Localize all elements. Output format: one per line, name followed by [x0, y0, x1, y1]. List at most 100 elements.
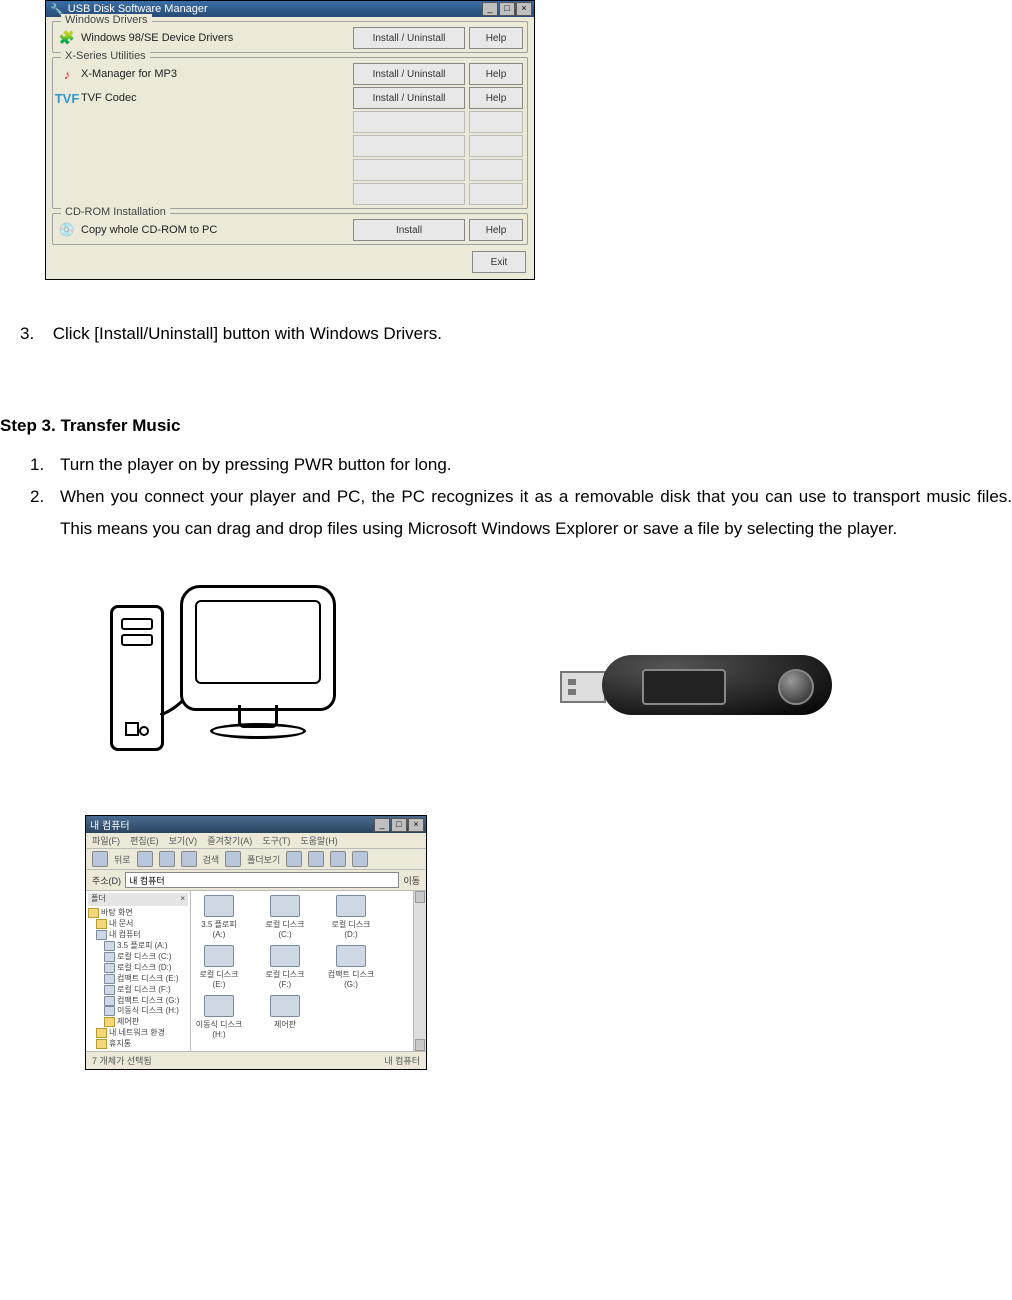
cdrom-label: Copy whole CD-ROM to PC — [81, 224, 349, 236]
maximize-button[interactable]: □ — [499, 2, 515, 16]
drive-item[interactable]: 제어판 — [261, 995, 309, 1039]
maximize-button[interactable]: □ — [391, 818, 407, 832]
help-button[interactable]: Help — [469, 63, 523, 85]
install-uninstall-button[interactable]: Install / Uninstall — [353, 27, 465, 49]
drive-icon — [104, 952, 115, 962]
list-number: 3. — [20, 318, 48, 350]
tree-item[interactable]: 3.5 플로피 (A:) — [104, 941, 188, 952]
explorer-window: 내 컴퓨터 _ □ × 파일(F) 편집(E) 보기(V) 즐겨찾기(A) 도구… — [85, 815, 427, 1070]
drive-icon — [104, 974, 115, 984]
menu-item[interactable]: 도구(T) — [262, 834, 290, 847]
toolbar-label[interactable]: 폴더보기 — [247, 853, 280, 866]
close-icon[interactable]: × — [180, 894, 185, 905]
minimize-button[interactable]: _ — [374, 818, 390, 832]
drive-icon — [204, 945, 234, 967]
install-uninstall-button[interactable]: Install / Uninstall — [353, 63, 465, 85]
step3-item-1: 1. Turn the player on by pressing PWR bu… — [30, 449, 1012, 481]
drive-label: 이동식 디스크 (H:) — [195, 1019, 243, 1039]
drive-label: 제어판 — [261, 1019, 309, 1030]
help-button[interactable]: Help — [469, 27, 523, 49]
figure-pc-and-player — [70, 585, 1012, 785]
disabled-button — [353, 111, 465, 133]
drive-item[interactable]: 로컬 디스크 (C:) — [261, 895, 309, 939]
list-number: 2. — [30, 481, 60, 546]
menu-item[interactable]: 파일(F) — [92, 834, 120, 847]
group-title: Windows Drivers — [61, 14, 152, 26]
scrollbar[interactable] — [413, 891, 426, 1051]
tree-item-label: 제어판 — [117, 1017, 139, 1026]
mp3-screen-icon — [642, 669, 726, 705]
close-button[interactable]: × — [516, 2, 532, 16]
computer-illustration — [70, 585, 360, 785]
drive-item[interactable]: 3.5 플로피 (A:) — [195, 895, 243, 939]
toolbar-icon[interactable] — [286, 851, 302, 867]
tree-item[interactable]: 로컬 디스크 (D:) — [104, 963, 188, 974]
toolbar-label[interactable]: 뒤로 — [114, 853, 131, 866]
drive-icon — [270, 895, 300, 917]
disabled-button — [469, 111, 523, 133]
toolbar-icon[interactable] — [352, 851, 368, 867]
tree-item[interactable]: 제어판 — [104, 1017, 188, 1028]
drive-item[interactable]: 이동식 디스크 (H:) — [195, 995, 243, 1039]
tree-item-label: 내 컴퓨터 — [109, 930, 141, 939]
drive-item[interactable]: 로컬 디스크 (F:) — [261, 945, 309, 989]
drive-icon — [104, 941, 115, 951]
explorer-titlebar: 내 컴퓨터 _ □ × — [86, 816, 426, 833]
tree-item[interactable]: 로컬 디스크 (C:) — [104, 952, 188, 963]
go-button[interactable]: 이동 — [403, 874, 420, 887]
explorer-addressbar: 주소(D) 이동 — [86, 870, 426, 891]
menu-item[interactable]: 즐겨찾기(A) — [207, 834, 252, 847]
tree-item[interactable]: 이동식 디스크 (H:) — [104, 1006, 188, 1017]
toolbar-icon[interactable] — [308, 851, 324, 867]
install-uninstall-button[interactable]: Install / Uninstall — [353, 87, 465, 109]
drive-label: 로컬 디스크 (D:) — [327, 919, 375, 939]
back-button[interactable] — [92, 851, 108, 867]
menu-item[interactable]: 편집(E) — [130, 834, 159, 847]
drive-label: 로컬 디스크 (C:) — [261, 919, 309, 939]
forward-button[interactable] — [137, 851, 153, 867]
address-label: 주소(D) — [92, 874, 121, 887]
tree-item[interactable]: 컴팩트 디스크 (E:) — [104, 974, 188, 985]
up-button[interactable] — [159, 851, 175, 867]
close-button[interactable]: × — [408, 818, 424, 832]
tree-item[interactable]: 바탕 화면 — [88, 908, 188, 919]
toolbar-label[interactable]: 검색 — [203, 853, 220, 866]
drive-item[interactable]: 컴팩트 디스크 (G:) — [327, 945, 375, 989]
tree-item[interactable]: 휴지통 — [96, 1039, 188, 1050]
tree-item-label: 바탕 화면 — [101, 908, 133, 917]
folder-icon — [96, 919, 107, 929]
pc-tower-icon — [110, 605, 164, 751]
drive-item[interactable]: 로컬 디스크 (E:) — [195, 945, 243, 989]
toolbar-icon[interactable] — [330, 851, 346, 867]
group-xseries-utilities: X-Series Utilities ♪ X-Manager for MP3 I… — [52, 57, 528, 209]
list-text: Turn the player on by pressing PWR butto… — [60, 449, 1012, 481]
tree-item-label: 휴지통 — [109, 1039, 131, 1048]
exit-button[interactable]: Exit — [472, 251, 526, 273]
install-button[interactable]: Install — [353, 219, 465, 241]
drive-icon — [204, 995, 234, 1017]
tree-item[interactable]: 내 컴퓨터 — [96, 930, 188, 941]
usb-plug-icon — [560, 671, 606, 703]
folders-button[interactable] — [225, 851, 241, 867]
tree-item[interactable]: 내 문서 — [96, 919, 188, 930]
menu-item[interactable]: 도움말(H) — [300, 834, 337, 847]
help-button[interactable]: Help — [469, 87, 523, 109]
minimize-button[interactable]: _ — [482, 2, 498, 16]
group-windows-drivers: Windows Drivers 🧩 Windows 98/SE Device D… — [52, 21, 528, 53]
tree-item[interactable]: 로컬 디스크 (F:) — [104, 985, 188, 996]
step3-heading: Step 3. Transfer Music — [0, 410, 1012, 442]
menu-item[interactable]: 보기(V) — [169, 834, 198, 847]
drive-item[interactable]: 로컬 디스크 (D:) — [327, 895, 375, 939]
mp3-player-illustration — [560, 645, 840, 725]
tree-item[interactable]: 내 네트워크 환경 — [96, 1028, 188, 1039]
drive-icon — [104, 1006, 115, 1016]
help-button[interactable]: Help — [469, 219, 523, 241]
address-input[interactable] — [125, 872, 399, 888]
folder-icon — [104, 1017, 115, 1027]
tree-item-label: 내 문서 — [109, 919, 133, 928]
tree-item[interactable]: 컴팩트 디스크 (G:) — [104, 996, 188, 1007]
search-button[interactable] — [181, 851, 197, 867]
group-title: CD-ROM Installation — [61, 206, 170, 218]
tree-item-label: 로컬 디스크 (C:) — [117, 952, 172, 961]
drive-icon — [336, 895, 366, 917]
